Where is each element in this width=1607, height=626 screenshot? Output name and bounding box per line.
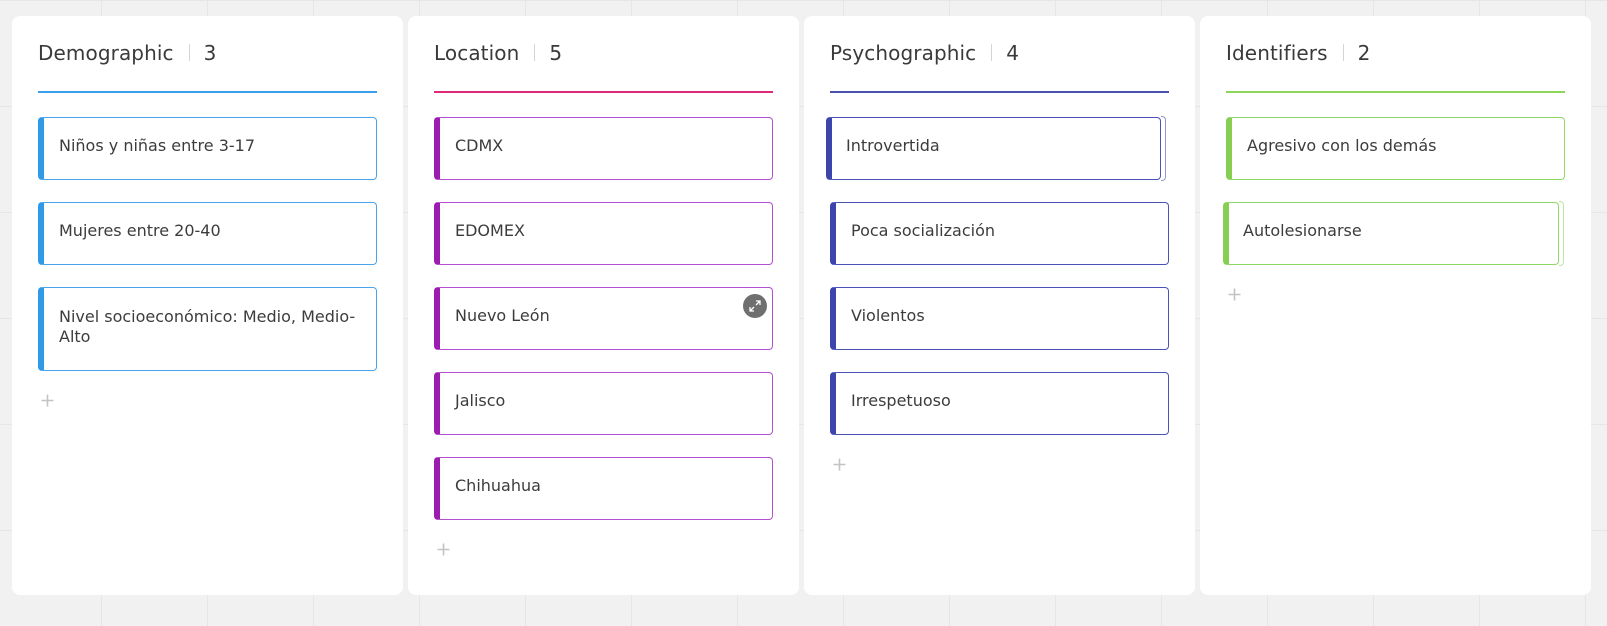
header-divider xyxy=(534,44,536,61)
card-text: Mujeres entre 20-40 xyxy=(59,221,221,240)
column-title[interactable]: Identifiers xyxy=(1226,41,1328,65)
column-psychographic: Psychographic 4 Introvertida Poca social… xyxy=(804,16,1195,595)
header-divider xyxy=(991,44,993,61)
column-demographic: Demographic 3 Niños y niñas entre 3-17 M… xyxy=(12,16,403,595)
plus-icon xyxy=(437,543,449,555)
card[interactable]: Nuevo León xyxy=(434,287,773,350)
card[interactable]: Chihuahua xyxy=(434,457,773,520)
card-text: Poca socialización xyxy=(851,221,995,240)
card[interactable]: Jalisco xyxy=(434,372,773,435)
card-text: EDOMEX xyxy=(455,221,525,240)
card[interactable]: CDMX xyxy=(434,117,773,180)
column-header: Psychographic 4 xyxy=(830,16,1169,93)
card-text: CDMX xyxy=(455,136,504,155)
column-count: 2 xyxy=(1357,40,1371,65)
header-divider xyxy=(188,44,190,61)
card-text: Introvertida xyxy=(846,136,940,155)
add-card-button[interactable] xyxy=(38,391,56,409)
card-text: Nuevo León xyxy=(455,306,550,325)
add-card-button[interactable] xyxy=(434,540,452,558)
card-text: Agresivo con los demás xyxy=(1247,136,1437,155)
column-title[interactable]: Demographic xyxy=(38,41,174,65)
plus-icon xyxy=(1228,288,1240,300)
card-text: Irrespetuoso xyxy=(851,391,951,410)
plus-icon xyxy=(41,394,53,406)
card[interactable]: Violentos xyxy=(830,287,1169,350)
card-text: Jalisco xyxy=(455,391,506,410)
column-count: 5 xyxy=(549,40,563,65)
card-text: Violentos xyxy=(851,306,925,325)
card[interactable]: Agresivo con los demás xyxy=(1226,117,1565,180)
column-header: Identifiers 2 xyxy=(1226,16,1565,93)
plus-icon xyxy=(833,458,845,470)
column-location: Location 5 CDMX EDOMEX Nuevo León Jalisc… xyxy=(408,16,799,595)
card-text: Autolesionarse xyxy=(1243,221,1362,240)
expand-icon[interactable] xyxy=(743,294,767,318)
column-title[interactable]: Psychographic xyxy=(830,41,976,65)
add-card-button[interactable] xyxy=(1225,285,1243,303)
card[interactable]: Mujeres entre 20-40 xyxy=(38,202,377,265)
card[interactable]: Irrespetuoso xyxy=(830,372,1169,435)
kanban-board: Demographic 3 Niños y niñas entre 3-17 M… xyxy=(12,16,1591,595)
card[interactable]: Introvertida xyxy=(826,116,1166,181)
card[interactable]: Nivel socioeconómico: Medio, Medio-Alto xyxy=(38,287,377,371)
card[interactable]: Poca socialización xyxy=(830,202,1169,265)
add-card-button[interactable] xyxy=(830,455,848,473)
column-count: 4 xyxy=(1006,40,1020,65)
card-text: Chihuahua xyxy=(455,476,541,495)
column-header: Location 5 xyxy=(434,16,773,93)
header-divider xyxy=(1342,44,1344,61)
card-text: Nivel socioeconómico: Medio, Medio-Alto xyxy=(59,307,356,346)
card-text: Niños y niñas entre 3-17 xyxy=(59,136,255,155)
column-title[interactable]: Location xyxy=(434,41,519,65)
card[interactable]: EDOMEX xyxy=(434,202,773,265)
column-count: 3 xyxy=(203,40,217,65)
card[interactable]: Niños y niñas entre 3-17 xyxy=(38,117,377,180)
column-identifiers: Identifiers 2 Agresivo con los demás Aut… xyxy=(1200,16,1591,595)
column-header: Demographic 3 xyxy=(38,16,377,93)
card[interactable]: Autolesionarse xyxy=(1223,201,1564,266)
